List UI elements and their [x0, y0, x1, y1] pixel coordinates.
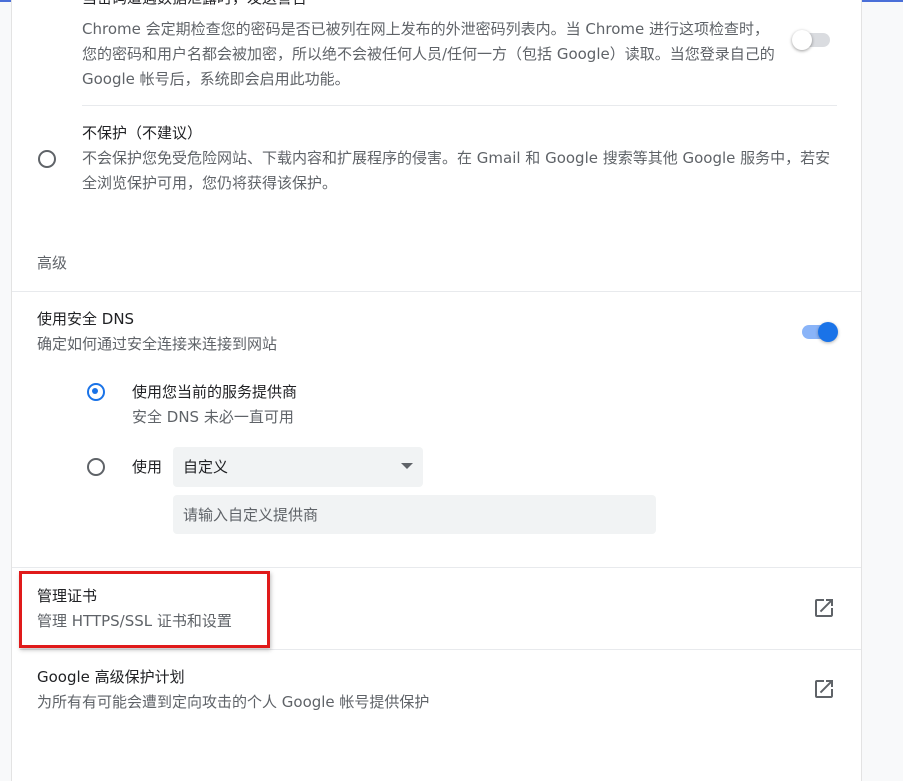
open-in-new-icon[interactable] — [812, 596, 836, 620]
dns-custom-radio[interactable] — [87, 458, 105, 476]
leak-check-description: Chrome 会定期检查您的密码是否已被列在网上发布的外泄密码列表内。当 Chr… — [82, 20, 775, 88]
dns-provider-select-value: 自定义 — [183, 458, 229, 476]
dns-custom-provider-input[interactable]: 请输入自定义提供商 — [173, 495, 656, 534]
secure-dns-toggle[interactable] — [798, 320, 838, 344]
advanced-heading: 高级 — [37, 254, 68, 272]
dns-custom-label: 使用 — [132, 458, 163, 476]
no-protection-title: 不保护（不建议） — [82, 124, 203, 142]
dns-current-provider-label: 使用您当前的服务提供商 — [132, 383, 298, 401]
dns-custom-provider-placeholder: 请输入自定义提供商 — [183, 506, 319, 524]
advanced-protection-title: Google 高级保护计划 — [37, 668, 185, 686]
toggle-knob — [792, 30, 812, 50]
leak-check-toggle[interactable] — [792, 28, 832, 52]
chevron-down-icon — [401, 463, 413, 469]
dns-provider-select[interactable]: 自定义 — [173, 447, 423, 487]
secure-dns-description: 确定如何通过安全连接来连接到网站 — [37, 335, 278, 353]
annotation-highlight-box — [19, 571, 270, 648]
open-in-new-icon[interactable] — [812, 677, 836, 701]
advanced-protection-description: 为所有有可能会遭到定向攻击的个人 Google 帐号提供保护 — [37, 693, 430, 711]
dns-current-provider-radio[interactable] — [87, 383, 105, 401]
no-protection-radio[interactable] — [38, 150, 56, 168]
settings-card: 当密码遭遇数据泄露时，发送警告 Chrome 会定期检查您的密码是否已被列在网上… — [11, 0, 862, 781]
advanced-protection-row[interactable] — [12, 650, 861, 728]
no-protection-description: 不会保护您免受危险网站、下载内容和扩展程序的侵害。在 Gmail 和 Googl… — [82, 149, 831, 192]
divider — [12, 291, 861, 292]
secure-dns-title: 使用安全 DNS — [37, 310, 135, 328]
toggle-knob — [818, 322, 838, 342]
divider — [82, 105, 837, 106]
dns-current-provider-sublabel: 安全 DNS 未必一直可用 — [132, 408, 294, 426]
leak-check-title: 当密码遭遇数据泄露时，发送警告 — [82, 0, 307, 8]
